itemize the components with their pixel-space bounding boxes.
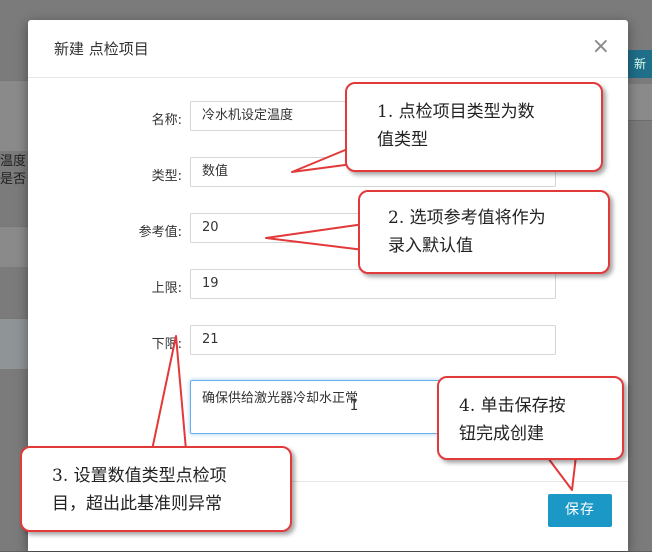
bg-new-button[interactable]: 新	[628, 50, 652, 78]
remark-label: 备	[168, 392, 182, 407]
bg-text-temp: 温度	[0, 154, 27, 169]
lower-limit-label: 下限:	[151, 337, 182, 352]
lower-limit-row: 下限: 21	[28, 325, 628, 357]
type-label: 类型:	[151, 169, 182, 184]
callout-2: 2. 选项参考值将作为 录入默认值	[358, 190, 610, 274]
callout-4-line2: 钮完成创建	[459, 424, 544, 444]
dialog-title: 新建 点检项目	[54, 40, 149, 58]
bg-row	[0, 80, 30, 151]
callout-3: 3. 设置数值类型点检项 目，超出此基准则异常	[20, 446, 292, 532]
dialog-header: 新建 点检项目 ×	[28, 20, 628, 78]
text-cursor-icon: I	[350, 398, 359, 414]
callout-2-line1: 2. 选项参考值将作为	[388, 208, 546, 228]
callout-4: 4. 单击保存按 钮完成创建	[437, 376, 624, 460]
save-button[interactable]: 保存	[548, 494, 612, 527]
callout-1-line2: 值类型	[377, 130, 428, 150]
callout-3-line1: 3. 设置数值类型点检项	[52, 466, 227, 486]
callout-3-line2: 目，超出此基准则异常	[52, 494, 222, 514]
bg-text-whether: 是否	[0, 172, 27, 187]
bg-row	[0, 226, 30, 267]
callout-2-line2: 录入默认值	[388, 236, 473, 256]
upper-limit-label: 上限:	[151, 281, 182, 296]
bg-row	[0, 318, 30, 369]
name-label: 名称:	[151, 113, 182, 128]
callout-1: 1. 点检项目类型为数 值类型	[345, 82, 603, 172]
lower-limit-input[interactable]: 21	[190, 325, 556, 355]
callout-4-line1: 4. 单击保存按	[459, 396, 566, 416]
reference-label: 参考值:	[138, 225, 182, 240]
bg-right-panel	[628, 84, 652, 121]
close-icon[interactable]: ×	[592, 36, 610, 58]
callout-1-line1: 1. 点检项目类型为数	[377, 102, 535, 122]
